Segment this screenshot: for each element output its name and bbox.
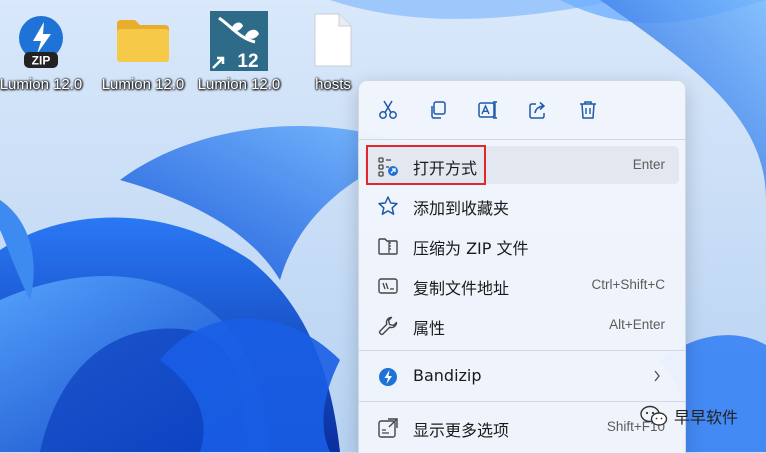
menu-item-label: 添加到收藏夹: [413, 199, 510, 218]
copy-icon: [431, 101, 446, 119]
bandizip-icon: [379, 368, 397, 386]
quick-action-bar: [359, 81, 685, 139]
desktop-icon-label: Lumion 12.0: [197, 76, 281, 93]
menu-item-label: Bandizip: [413, 366, 482, 385]
bandizip-zip-icon: ZIP: [11, 10, 71, 70]
share-icon: [529, 101, 546, 119]
desktop-icon-label: Lumion 12.0: [101, 76, 185, 93]
wechat-icon: [640, 405, 668, 426]
watermark-text: 早早软件: [674, 408, 739, 427]
menu-item-show-more-options[interactable]: 显示更多选项 Shift+F10: [365, 408, 679, 446]
wechat-watermark: 早早软件: [640, 404, 738, 428]
cut-button[interactable]: [371, 93, 405, 127]
share-button[interactable]: [521, 93, 555, 127]
menu-item-label: 打开方式: [413, 159, 478, 178]
cut-icon: [379, 100, 397, 119]
menu-item-bandizip[interactable]: Bandizip: [365, 357, 679, 395]
menu-item-label: 复制文件地址: [413, 279, 510, 298]
menu-item-copy-path[interactable]: 复制文件地址 Ctrl+Shift+C: [365, 266, 679, 304]
rename-icon: [478, 101, 497, 119]
desktop-icon-lumion-zip[interactable]: ZIP Lumion 12.0: [0, 10, 89, 93]
menu-item-shortcut: Ctrl+Shift+C: [591, 277, 665, 292]
desktop-icon-lumion-shortcut[interactable]: 12 Lumion 12.0: [191, 10, 287, 93]
lumion-shortcut-icon: 12: [209, 10, 269, 72]
desktop-icon-lumion-folder[interactable]: Lumion 12.0: [95, 10, 191, 93]
menu-item-add-to-favorites[interactable]: 添加到收藏夹: [365, 186, 679, 224]
menu-item-label: 属性: [413, 319, 446, 338]
menu-item-compress-zip[interactable]: 压缩为 ZIP 文件: [365, 226, 679, 264]
menu-separator: [359, 401, 685, 402]
desktop-icon-label: Lumion 12.0: [0, 76, 83, 93]
menu-item-label: 显示更多选项: [413, 421, 510, 440]
menu-item-properties[interactable]: 属性 Alt+Enter: [365, 306, 679, 344]
folder-icon: [113, 10, 173, 70]
chevron-right-icon: [654, 370, 660, 382]
context-menu: 打开方式 Enter 添加到收藏夹 压缩为 ZIP 文件 复制文件地址 Ctrl…: [358, 80, 686, 453]
menu-item-open-with[interactable]: 打开方式 Enter: [365, 146, 679, 184]
more-options-icon: [378, 418, 398, 438]
copy-path-icon: [378, 278, 398, 294]
menu-item-shortcut: Alt+Enter: [609, 317, 665, 332]
wrench-icon: [378, 316, 398, 336]
rename-button[interactable]: [471, 93, 505, 127]
star-icon: [378, 196, 398, 215]
zip-folder-icon: [378, 238, 398, 255]
zip-badge-text: ZIP: [32, 54, 51, 68]
delete-icon: [580, 101, 596, 119]
menu-item-label: 压缩为 ZIP 文件: [413, 239, 529, 258]
file-icon: [303, 10, 363, 70]
delete-button[interactable]: [571, 93, 605, 127]
menu-separator: [359, 350, 685, 351]
version-badge-text: 12: [237, 51, 258, 72]
open-with-icon: [378, 157, 398, 177]
menu-separator: [359, 139, 685, 140]
menu-item-shortcut: Enter: [632, 157, 665, 172]
copy-button[interactable]: [421, 93, 455, 127]
